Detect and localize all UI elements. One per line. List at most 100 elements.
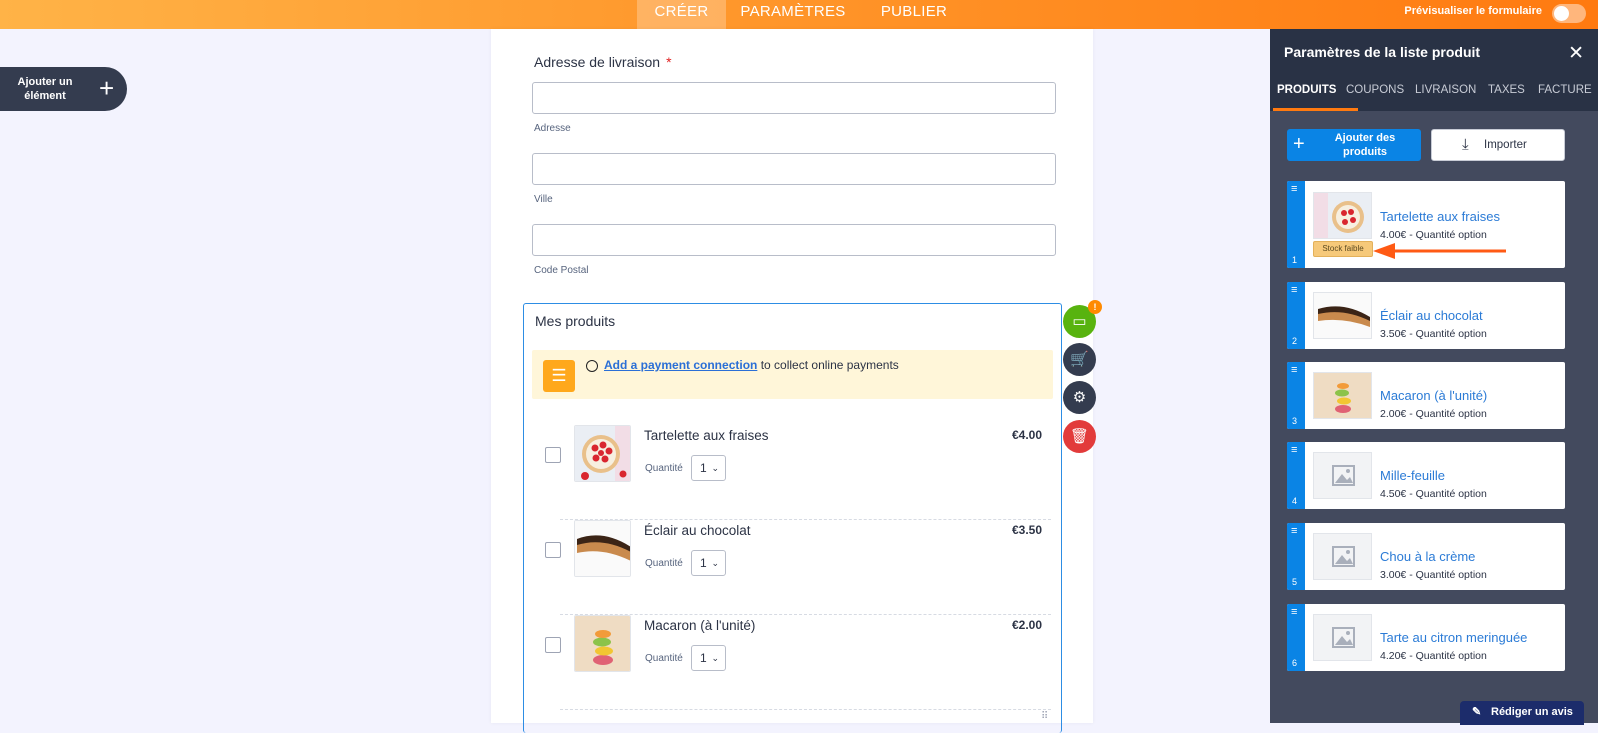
arrow-annotation (1373, 243, 1506, 259)
chevron-down-icon: ⌄ (711, 558, 719, 568)
item-name[interactable]: Mille-feuille (1380, 468, 1445, 483)
drag-handle[interactable]: ≡ 1 (1287, 181, 1305, 268)
import-button[interactable]: ⤓ Importer (1431, 129, 1565, 161)
address-label: Adresse de livraison * (534, 54, 672, 70)
payment-banner: ☰ Add a payment connection to collect on… (532, 350, 1053, 399)
drag-lines-icon: ≡ (1291, 444, 1298, 456)
chevron-down-icon: ⌄ (711, 653, 719, 663)
zip-input[interactable] (532, 224, 1056, 256)
required-mark: * (666, 54, 672, 70)
add-element-button[interactable]: Ajouter un élément + (0, 67, 127, 111)
eclair-image (574, 520, 631, 577)
tab-coupons[interactable]: COUPONS (1346, 84, 1404, 96)
drag-handle-icon[interactable]: ⠿ (1041, 711, 1048, 722)
drag-handle[interactable]: ≡ 4 (1287, 442, 1305, 509)
image-placeholder-icon (1313, 533, 1372, 580)
item-name[interactable]: Éclair au chocolat (1380, 308, 1483, 323)
item-price: 2.00€ - Quantité option (1380, 408, 1487, 420)
product-checkbox[interactable] (545, 542, 561, 558)
drag-handle[interactable]: ≡ 2 (1287, 282, 1305, 349)
tab-parametres[interactable]: PARAMÈTRES (736, 0, 850, 29)
product-checkbox[interactable] (545, 447, 561, 463)
drag-lines-icon: ≡ (1291, 364, 1298, 376)
preview-toggle[interactable] (1552, 4, 1586, 23)
image-placeholder-icon (1313, 452, 1372, 499)
item-name[interactable]: Tartelette aux fraises (1380, 209, 1500, 224)
trash-icon: 🗑 (1069, 428, 1090, 445)
tart-image (574, 425, 631, 482)
payment-connection-link[interactable]: Add a payment connection (604, 358, 757, 372)
tab-publier[interactable]: PUBLIER (872, 0, 956, 29)
delete-button[interactable]: 🗑 (1063, 420, 1096, 453)
product-item[interactable]: ≡ 3 Macaron (à l'unité) 2.00€ - Quantité … (1287, 362, 1565, 429)
item-price: 4.50€ - Quantité option (1380, 488, 1487, 500)
preview-label: Prévisualiser le formulaire (1404, 5, 1542, 17)
form-card: Adresse de livraison * Adresse Ville Code… (491, 29, 1093, 733)
quantity-value: 1 (700, 651, 707, 665)
item-name[interactable]: Chou à la crème (1380, 549, 1475, 564)
plus-icon: + (1293, 133, 1305, 155)
tab-livraison[interactable]: LIVRAISON (1415, 84, 1476, 96)
quantity-select[interactable]: 1 ⌄ (691, 550, 726, 576)
drag-handle[interactable]: ≡ 3 (1287, 362, 1305, 429)
comment-icon: ✎ (1472, 706, 1482, 718)
product-row: Macaron (à l'unité) Quantité 1 ⌄ €2.00 (545, 615, 1051, 710)
quantity-label: Quantité (645, 463, 683, 474)
top-bar: CRÉER PARAMÈTRES PUBLIER Prévisualiser l… (0, 0, 1598, 29)
product-item[interactable]: ≡ 5 Chou à la crème 3.00€ - Quantité opti… (1287, 523, 1565, 590)
tab-creer[interactable]: CRÉER (637, 0, 726, 29)
quantity-select[interactable]: 1 ⌄ (691, 455, 726, 481)
close-icon[interactable]: ✕ (1568, 42, 1584, 65)
product-price: €4.00 (1011, 428, 1042, 442)
address-input[interactable] (532, 82, 1056, 114)
image-placeholder-icon (1313, 614, 1372, 661)
item-number: 2 (1292, 336, 1298, 346)
add-element-label: Ajouter un élément (17, 76, 73, 102)
item-number: 4 (1292, 496, 1298, 506)
cart-icon: 🛒 (1070, 351, 1089, 368)
drag-handle[interactable]: ≡ 6 (1287, 604, 1305, 671)
tab-taxes[interactable]: TAXES (1488, 84, 1525, 96)
panel-title: Paramètres de la liste produit (1284, 44, 1481, 60)
cart-button[interactable]: 🛒 (1063, 343, 1096, 376)
product-item[interactable]: ≡ 4 Mille-feuille 4.50€ - Quantité option (1287, 442, 1565, 509)
add-products-button[interactable]: + Ajouter des produits (1287, 129, 1421, 161)
checklist-icon: ☰ (543, 360, 575, 392)
quantity-label: Quantité (645, 558, 683, 569)
tab-facture[interactable]: FACTURE (1538, 84, 1592, 96)
item-number: 1 (1292, 255, 1298, 265)
quantity-select[interactable]: 1 ⌄ (691, 645, 726, 671)
product-checkbox[interactable] (545, 637, 561, 653)
macaron-image (574, 615, 631, 672)
product-item[interactable]: ≡ 1 Stock faible Tartelette aux fraises 4… (1287, 181, 1565, 268)
products-title: Mes produits (535, 313, 616, 329)
product-price: €2.00 (1011, 618, 1042, 632)
address-sublabel: Adresse (534, 123, 571, 134)
eclair-thumbnail (1313, 292, 1372, 339)
product-item[interactable]: ≡ 6 Tarte au citron meringuée 4.20€ - Qua… (1287, 604, 1565, 671)
product-price: €3.50 (1011, 523, 1042, 537)
gear-icon: ⚙ (1072, 389, 1087, 406)
toggle-knob (1554, 6, 1569, 21)
item-name[interactable]: Tarte au citron meringuée (1380, 630, 1527, 645)
credit-card-icon: ▭ (1072, 313, 1087, 330)
tab-produits[interactable]: PRODUITS (1277, 84, 1336, 96)
product-row: Tartelette aux fraises Quantité 1 ⌄ €4.00 (545, 425, 1051, 520)
settings-button[interactable]: ⚙ (1063, 381, 1096, 414)
write-review-button[interactable]: ✎ Rédiger un avis (1460, 701, 1584, 725)
add-products-label: Ajouter des produits (1334, 132, 1396, 158)
drag-handle[interactable]: ≡ 5 (1287, 523, 1305, 590)
import-label: Importer (1484, 139, 1527, 151)
drag-lines-icon: ≡ (1291, 525, 1298, 537)
warning-badge: ! (1088, 300, 1102, 314)
drag-lines-icon: ≡ (1291, 183, 1298, 195)
item-price: 4.20€ - Quantité option (1380, 650, 1487, 662)
panel-body: + Ajouter des produits ⤓ Importer ≡ 1 Sto… (1270, 111, 1598, 723)
product-item[interactable]: ≡ 2 Éclair au chocolat 3.50€ - Quantité o… (1287, 282, 1565, 349)
item-number: 6 (1292, 658, 1298, 668)
city-sublabel: Ville (534, 194, 553, 205)
city-input[interactable] (532, 153, 1056, 185)
radio-icon (586, 360, 598, 372)
products-field[interactable]: Mes produits ☰ Add a payment connection … (523, 303, 1062, 733)
item-name[interactable]: Macaron (à l'unité) (1380, 388, 1487, 403)
